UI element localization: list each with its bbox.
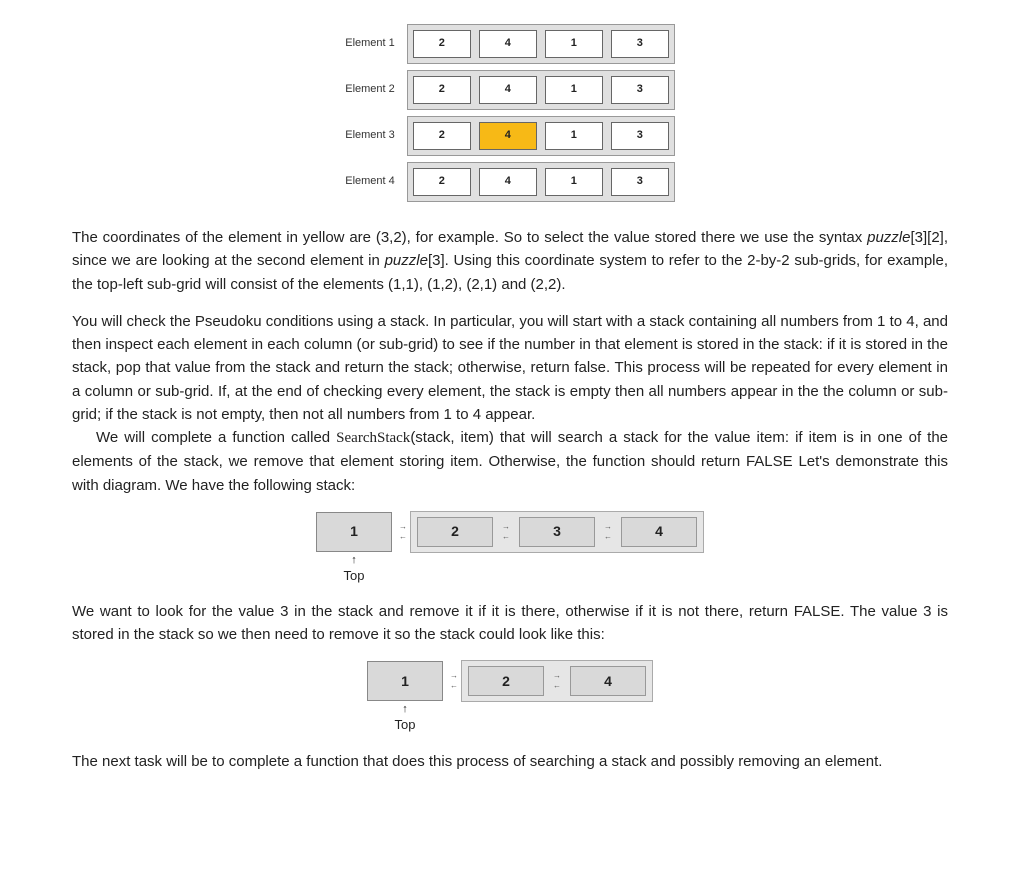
grid-row-label: Element 1 (345, 24, 407, 64)
grid-row-box: 2413 (407, 24, 675, 64)
grid-cell: 2 (413, 76, 471, 104)
grid-cell: 3 (611, 122, 669, 150)
paragraph-coordinates: The coordinates of the element in yellow… (72, 226, 948, 296)
stack-rest-container: 2→←4 (461, 660, 653, 702)
var-puzzle: puzzle (867, 229, 910, 246)
stack-top-pointer: ↑Top (316, 555, 392, 586)
stack-element: 3 (519, 517, 595, 547)
stack-element: 2 (468, 666, 544, 696)
grid-row-box: 2413 (407, 162, 675, 202)
grid-cell-highlighted: 4 (479, 122, 537, 150)
grid-cell: 1 (545, 168, 603, 196)
stack-connector-icon: →← (499, 517, 513, 547)
grid-row-label: Element 3 (345, 116, 407, 156)
paragraph-stack-check: You will check the Pseudoku conditions u… (72, 310, 948, 426)
grid-cell: 4 (479, 30, 537, 58)
grid-cell: 1 (545, 76, 603, 104)
grid-row-label: Element 4 (345, 162, 407, 202)
grid-cell: 4 (479, 168, 537, 196)
grid-cell: 1 (545, 30, 603, 58)
text: The next task will be to complete a func… (72, 753, 882, 770)
stack-element: 4 (621, 517, 697, 547)
grid-cell: 3 (611, 168, 669, 196)
text: We will complete a function called (96, 429, 336, 446)
grid-row: Element 12413 (345, 24, 675, 64)
grid-row-label: Element 2 (345, 70, 407, 110)
paragraph-searchstack: We will complete a function called Searc… (72, 426, 948, 497)
stack-connector-icon: →← (396, 523, 410, 541)
stack-connector-icon: →← (550, 666, 564, 696)
function-name: SearchStack (336, 430, 410, 446)
stack-rest-container: 2→←3→←4 (410, 511, 704, 553)
stack-top-element: 1 (316, 512, 392, 552)
top-label: Top (395, 715, 416, 735)
grid-row: Element 32413 (345, 116, 675, 156)
grid-row-box: 2413 (407, 116, 675, 156)
grid-cell: 4 (479, 76, 537, 104)
stack-connector-icon: →← (447, 672, 461, 690)
grid-row-box: 2413 (407, 70, 675, 110)
stack-top-pointer: ↑Top (367, 704, 443, 735)
grid-cell: 3 (611, 30, 669, 58)
stack-element: 4 (570, 666, 646, 696)
stack-before: 1→←2→←3→←4↑Top (316, 511, 704, 586)
grid-row: Element 42413 (345, 162, 675, 202)
text: You will check the Pseudoku conditions u… (72, 313, 948, 423)
stack-top-element: 1 (367, 661, 443, 701)
top-label: Top (344, 566, 365, 586)
stack-connector-icon: →← (601, 517, 615, 547)
text: We want to look for the value 3 in the s… (72, 603, 948, 643)
paragraph-remove3: We want to look for the value 3 in the s… (72, 600, 948, 647)
grid-cell: 2 (413, 30, 471, 58)
text: The coordinates of the element in yellow… (72, 229, 867, 246)
up-arrow-icon: ↑ (402, 704, 408, 715)
grid-cell: 1 (545, 122, 603, 150)
grid-cell: 2 (413, 168, 471, 196)
stack-element: 2 (417, 517, 493, 547)
paragraph-next-task: The next task will be to complete a func… (72, 750, 948, 773)
var-puzzle: puzzle (385, 252, 428, 269)
stack-after: 1→←2→←4↑Top (367, 660, 653, 735)
grid-cell: 3 (611, 76, 669, 104)
pseudoku-grid: Element 12413Element 22413Element 32413E… (345, 18, 675, 208)
grid-cell: 2 (413, 122, 471, 150)
up-arrow-icon: ↑ (351, 555, 357, 566)
grid-row: Element 22413 (345, 70, 675, 110)
